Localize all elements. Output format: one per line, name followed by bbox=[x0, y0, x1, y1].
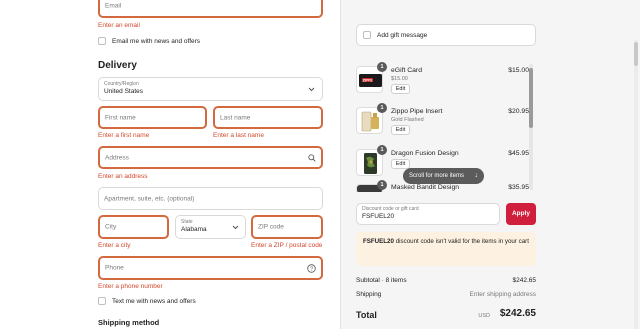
item-variant: Gold Flashed bbox=[391, 117, 424, 123]
state-value: Alabama bbox=[181, 226, 207, 233]
address-placeholder: Address bbox=[105, 154, 129, 161]
checkout-form: Email Enter an email Email me with news … bbox=[0, 0, 340, 329]
subtotal-row: Subtotal · 8 items $242.65 bbox=[356, 277, 536, 284]
state-label: State bbox=[181, 219, 193, 225]
chevron-down-icon bbox=[232, 225, 239, 230]
quantity-badge: 1 bbox=[377, 62, 387, 72]
quantity-badge: 1 bbox=[377, 103, 387, 113]
phone-error: Enter a phone number bbox=[98, 283, 163, 290]
country-select[interactable]: Country/Region United States bbox=[98, 77, 323, 101]
phone-placeholder: Phone bbox=[105, 264, 124, 272]
page-scroll-thumb[interactable] bbox=[634, 42, 638, 66]
email-error: Enter an email bbox=[98, 22, 140, 29]
cart-list-scroll-thumb[interactable] bbox=[529, 68, 533, 128]
shipping-value: Enter shipping address bbox=[469, 291, 537, 298]
discount-value: FSFUEL20 bbox=[362, 213, 395, 220]
zip-field[interactable]: ZIP code bbox=[251, 215, 323, 239]
email-field[interactable]: Email bbox=[98, 0, 323, 18]
apartment-field[interactable]: Apartment, suite, etc. (optional) bbox=[98, 187, 323, 210]
warning-code: FSFUEL20 bbox=[363, 238, 394, 245]
item-price: $20.95 bbox=[508, 108, 529, 115]
item-price: $45.95 bbox=[508, 150, 529, 157]
item-variant: $15.00 bbox=[391, 76, 408, 82]
gift-checkbox[interactable] bbox=[363, 31, 371, 39]
gift-message-option[interactable]: Add gift message bbox=[356, 24, 536, 46]
edit-button[interactable]: Edit bbox=[391, 125, 410, 135]
svg-text:?: ? bbox=[310, 267, 313, 273]
cart-item: 1 Zippo Pipe Insert Gold Flashed Edit $2… bbox=[356, 103, 529, 145]
country-value: United States bbox=[104, 88, 144, 95]
total-value: $242.65 bbox=[499, 308, 536, 319]
item-price: $15.00 bbox=[508, 67, 529, 74]
total-currency: USD bbox=[478, 313, 490, 319]
address-error: Enter an address bbox=[98, 173, 148, 180]
discount-label: Discount code or gift card bbox=[362, 206, 419, 212]
discount-input[interactable]: Discount code or gift card FSFUEL20 bbox=[356, 203, 500, 225]
text-label: Text me with news and offers bbox=[112, 298, 196, 305]
help-circle-icon[interactable]: ? bbox=[307, 264, 316, 273]
first-name-field[interactable]: First name bbox=[98, 106, 207, 129]
item-name: Dragon Fusion Design bbox=[391, 150, 459, 157]
subtotal-value: $242.65 bbox=[512, 277, 537, 284]
discount-warning: FSFUEL20 discount code isn't valid for t… bbox=[356, 232, 536, 266]
first-name-error: Enter a first name bbox=[98, 132, 150, 139]
first-name-placeholder: First name bbox=[105, 114, 136, 121]
shipping-row: Shipping Enter shipping address bbox=[356, 291, 536, 298]
last-name-error: Enter a last name bbox=[213, 132, 264, 139]
delivery-heading: Delivery bbox=[98, 60, 137, 71]
page-scrollbar[interactable] bbox=[634, 40, 638, 329]
city-field[interactable]: City bbox=[98, 215, 169, 239]
zip-error: Enter a ZIP / postal code bbox=[251, 242, 323, 249]
cart-item: ZIPPO 1 eGift Card $15.00 Edit $15.00 bbox=[356, 62, 529, 104]
news-checkbox[interactable] bbox=[98, 37, 106, 45]
city-error: Enter a city bbox=[98, 242, 131, 249]
apply-button[interactable]: Apply bbox=[506, 203, 536, 225]
gift-label: Add gift message bbox=[377, 32, 428, 39]
scroll-hint-label: Scroll for more items bbox=[409, 173, 465, 179]
search-icon bbox=[308, 154, 316, 162]
state-select[interactable]: State Alabama bbox=[175, 215, 246, 239]
quantity-badge: 1 bbox=[377, 145, 387, 155]
address-field[interactable]: Address bbox=[98, 146, 323, 169]
phone-field[interactable]: Phone ? bbox=[98, 256, 323, 280]
city-placeholder: City bbox=[105, 223, 117, 231]
svg-text:ZIPPO: ZIPPO bbox=[363, 78, 373, 82]
email-placeholder: Email bbox=[105, 2, 122, 10]
apartment-placeholder: Apartment, suite, etc. (optional) bbox=[104, 195, 195, 202]
edit-button[interactable]: Edit bbox=[391, 84, 410, 94]
item-price: $35.95 bbox=[508, 184, 529, 191]
arrow-down-icon: ↓ bbox=[474, 172, 479, 179]
shipping-method-heading: Shipping method bbox=[98, 318, 160, 327]
total-label: Total bbox=[356, 310, 377, 320]
item-name: Masked Bandit Design bbox=[391, 184, 460, 191]
country-label: Country/Region bbox=[104, 81, 139, 87]
news-label: Email me with news and offers bbox=[112, 38, 201, 45]
quantity-badge: 1 bbox=[377, 180, 387, 190]
item-name: eGift Card bbox=[391, 67, 422, 74]
warning-text: discount code isn't valid for the items … bbox=[395, 238, 529, 245]
subtotal-label: Subtotal · 8 items bbox=[356, 277, 407, 284]
last-name-placeholder: Last name bbox=[220, 114, 251, 121]
shipping-label: Shipping bbox=[356, 291, 382, 298]
chevron-down-icon bbox=[308, 87, 315, 92]
item-name: Zippo Pipe Insert bbox=[391, 108, 443, 115]
text-checkbox[interactable] bbox=[98, 297, 106, 305]
last-name-field[interactable]: Last name bbox=[213, 106, 323, 129]
zip-placeholder: ZIP code bbox=[258, 223, 284, 231]
edit-button[interactable]: Edit bbox=[391, 159, 410, 169]
scroll-more-hint[interactable]: Scroll for more items ↓ bbox=[403, 168, 484, 184]
